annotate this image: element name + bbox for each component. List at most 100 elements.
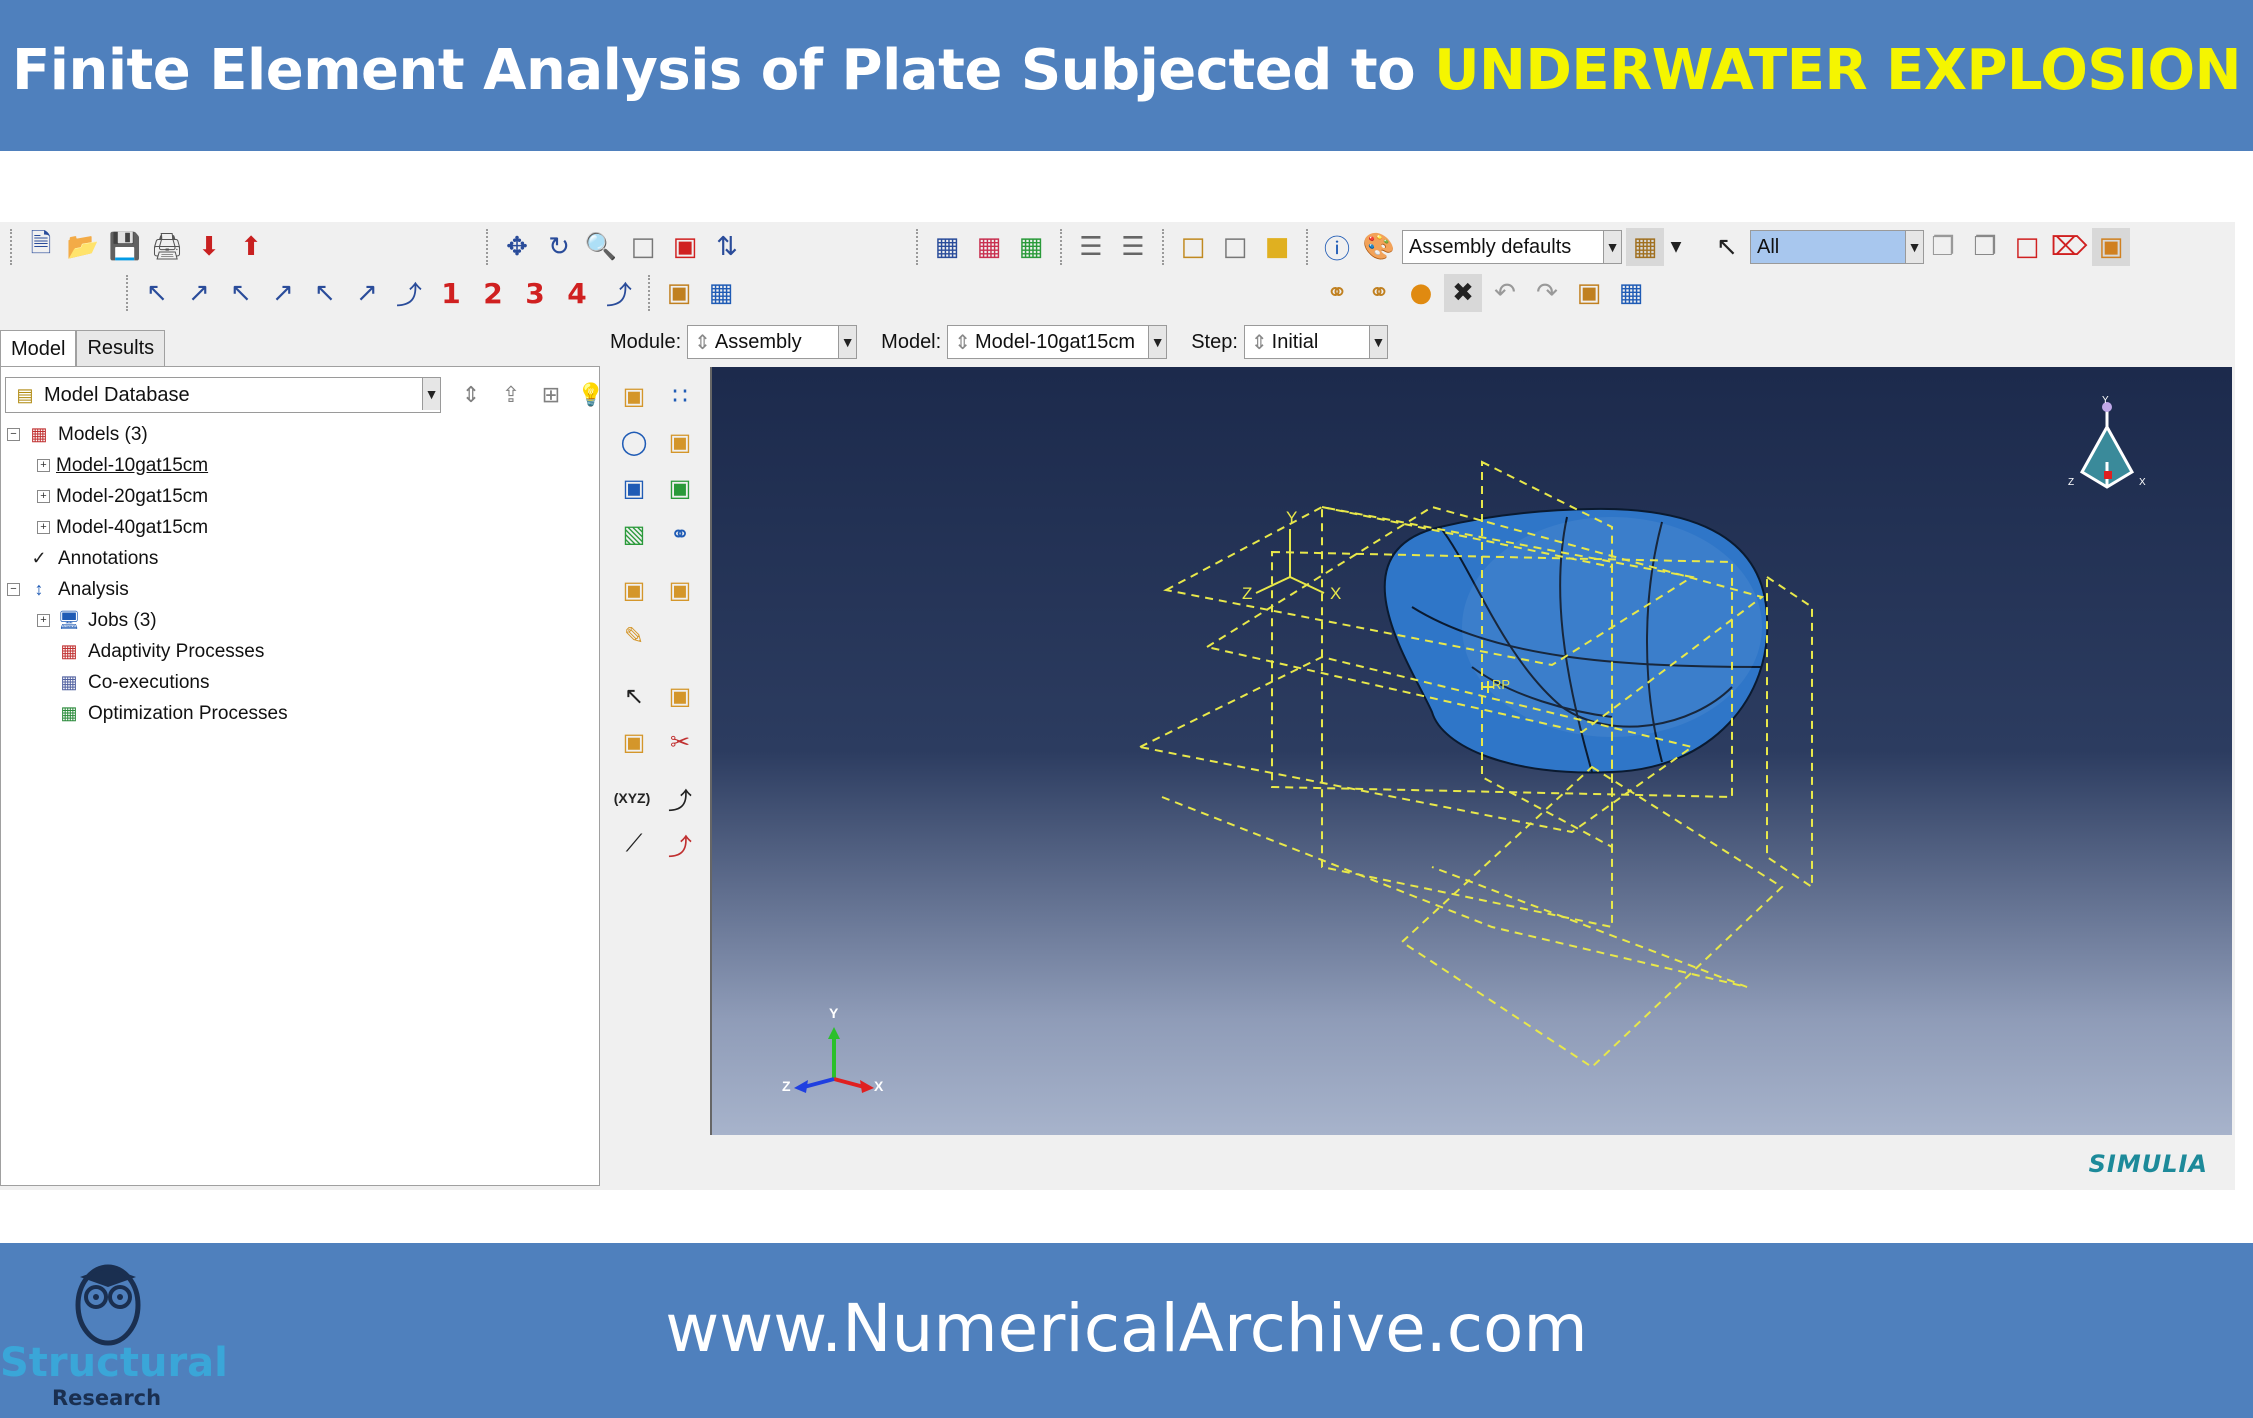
selection-filter-combo[interactable]: All ▼ (1750, 230, 1924, 264)
chevron-down-icon[interactable]: ▼ (838, 326, 857, 358)
collapse-icon[interactable]: − (7, 428, 20, 441)
display-group-manager-icon[interactable]: ▦ (1612, 274, 1650, 312)
user-view-4-button[interactable]: 4 (558, 274, 596, 312)
highlight-lightbulb-icon[interactable]: 💡 (571, 377, 611, 413)
datum-point-icon[interactable]: (XYZ) (612, 778, 652, 818)
chevron-down-icon[interactable]: ▼ (1368, 326, 1387, 358)
top-view-icon[interactable]: ↖ (222, 274, 260, 312)
right-view-icon[interactable]: ↗ (348, 274, 386, 312)
save-icon[interactable]: 💾 (106, 228, 144, 266)
datum-csys-icon[interactable]: ⤴ (660, 778, 700, 818)
mesh-edges-icon[interactable]: ☰ (1072, 228, 1110, 266)
back-view-icon[interactable]: ↗ (180, 274, 218, 312)
tab-model[interactable]: Model (0, 330, 77, 368)
delete-feature-icon[interactable]: ✂ (660, 722, 700, 762)
edit-feature-icon[interactable]: ✎ (614, 616, 654, 656)
expand-icon[interactable]: + (37, 459, 50, 472)
expand-icon[interactable]: + (37, 490, 50, 503)
face-to-face-icon[interactable]: ▣ (660, 570, 700, 610)
datum-axis-icon[interactable]: ⤴ (660, 824, 700, 864)
drag-shape-icon[interactable]: □ (2008, 228, 2046, 266)
merge-cut-icon[interactable]: ⚭ (660, 514, 700, 554)
tree-node-model-40gat15cm[interactable]: + Model-40gat15cm (5, 512, 595, 543)
chevron-down-icon[interactable]: ▼ (1668, 228, 1684, 266)
auto-fit-icon[interactable]: ▣ (666, 228, 704, 266)
query-icon[interactable]: ↖ (614, 676, 654, 716)
spinner-icon[interactable]: ⇕ (954, 330, 971, 355)
shaded-icon[interactable]: ▦ (1012, 228, 1050, 266)
wireframe-icon[interactable]: ▦ (928, 228, 966, 266)
spinner-icon[interactable]: ⇕ (1251, 330, 1268, 355)
datum-csys[interactable] (1255, 529, 1325, 594)
replace-all-icon[interactable]: ▦ (702, 274, 740, 312)
collapse-icon[interactable]: − (7, 583, 20, 596)
chevron-down-icon[interactable]: ▼ (422, 378, 440, 410)
viewport-canvas[interactable]: RP Y X Z Y X Z Y X Z (712, 367, 2232, 1135)
tree-node-jobs[interactable]: + 🖥 Jobs (3) (5, 605, 595, 636)
select-from-buffer-icon[interactable]: ❐ (1924, 228, 1962, 266)
tree-node-co-executions[interactable]: ▦ Co-executions (5, 667, 595, 698)
boolean-intersect-icon[interactable]: ⚭ (1360, 274, 1398, 312)
constraint-icon[interactable]: ▧ (614, 514, 654, 554)
tree-node-analysis[interactable]: − ↕ Analysis (5, 574, 595, 605)
regenerate-icon[interactable]: ▣ (660, 676, 700, 716)
open-file-icon[interactable]: 📂 (64, 228, 102, 266)
query-geometry-icon[interactable]: ▣ (2092, 228, 2130, 266)
step-combo[interactable]: ⇕ Initial ▼ (1243, 325, 1388, 359)
move-up-down-icon[interactable]: ⇕ (451, 377, 491, 413)
filter-tree-icon[interactable]: ⊞ (531, 377, 571, 413)
pan-icon[interactable]: ✥ (498, 228, 536, 266)
info-icon[interactable]: ⓘ (1318, 228, 1356, 266)
highlight-items-icon[interactable]: ▣ (1570, 274, 1608, 312)
expand-icon[interactable]: + (37, 614, 50, 627)
color-code-icon[interactable]: 🎨 (1360, 228, 1398, 266)
chevron-down-icon[interactable]: ▼ (1905, 231, 1923, 263)
chevron-down-icon[interactable]: ▼ (1148, 326, 1167, 358)
model-combo[interactable]: ⇕ Model-10gat15cm ▼ (947, 325, 1168, 359)
create-instance-icon[interactable]: ▣ (614, 376, 654, 416)
datum-plane-icon[interactable]: ⟋ (614, 824, 654, 864)
chevron-down-icon[interactable]: ▼ (1603, 231, 1621, 263)
selection-options-icon[interactable]: ⌦ (2050, 228, 2088, 266)
parallel-icon[interactable]: □ (1216, 228, 1254, 266)
hidden-line-icon[interactable]: ▦ (970, 228, 1008, 266)
export-icon[interactable]: ⬆ (232, 228, 270, 266)
select-cursor-icon[interactable]: ↖ (1708, 228, 1746, 266)
translate-instance-icon[interactable]: ▣ (660, 422, 700, 462)
left-view-icon[interactable]: ↖ (306, 274, 344, 312)
view-compass-icon[interactable] (2079, 402, 2135, 489)
render-style-combo[interactable]: Assembly defaults ▼ (1402, 230, 1622, 264)
linear-pattern-icon[interactable]: ∷ (660, 376, 700, 416)
suppress-icon[interactable]: ▣ (614, 722, 654, 762)
website-url[interactable]: www.NumericalArchive.com (0, 1290, 2253, 1367)
translucency-icon[interactable]: ■ (1258, 228, 1296, 266)
go-to-parent-icon[interactable]: ⇪ (491, 377, 531, 413)
remove-selected-icon[interactable]: ✖ (1444, 274, 1482, 312)
tab-results[interactable]: Results (76, 330, 166, 366)
redo-icon[interactable]: ↷ (1528, 274, 1566, 312)
tree-node-adaptivity-processes[interactable]: ▦ Adaptivity Processes (5, 636, 595, 667)
perspective-icon[interactable]: □ (1174, 228, 1212, 266)
tree-node-models[interactable]: − ▦ Models (3) (5, 419, 595, 450)
rotate-icon[interactable]: ↻ (540, 228, 578, 266)
boolean-union-icon[interactable]: ⚭ (1318, 274, 1356, 312)
cycle-views-icon[interactable]: ⇅ (708, 228, 746, 266)
translate-to-icon[interactable]: ▣ (660, 468, 700, 508)
select-behind-icon[interactable]: ❐ (1966, 228, 2004, 266)
new-file-icon[interactable]: 🗎 (22, 228, 60, 266)
feature-edges-icon[interactable]: ☰ (1114, 228, 1152, 266)
bottom-view-icon[interactable]: ↗ (264, 274, 302, 312)
import-icon[interactable]: ⬇ (190, 228, 228, 266)
show-all-icon[interactable]: ● (1402, 274, 1440, 312)
user-view-2-button[interactable]: 2 (474, 274, 512, 312)
module-combo[interactable]: ⇕ Assembly ▼ (687, 325, 858, 359)
display-group-icon[interactable]: ▣ (660, 274, 698, 312)
spinner-icon[interactable]: ⇕ (694, 330, 711, 355)
tree-node-model-10gat15cm[interactable]: + Model-10gat15cm (5, 450, 595, 481)
model-database-combo[interactable]: ▤ Model Database ▼ (5, 377, 441, 413)
zoom-icon[interactable]: 🔍 (582, 228, 620, 266)
user-view-1-button[interactable]: 1 (432, 274, 470, 312)
iso-view-icon[interactable]: ⤴ (390, 274, 428, 312)
box-zoom-icon[interactable]: □ (624, 228, 662, 266)
user-view-3-button[interactable]: 3 (516, 274, 554, 312)
